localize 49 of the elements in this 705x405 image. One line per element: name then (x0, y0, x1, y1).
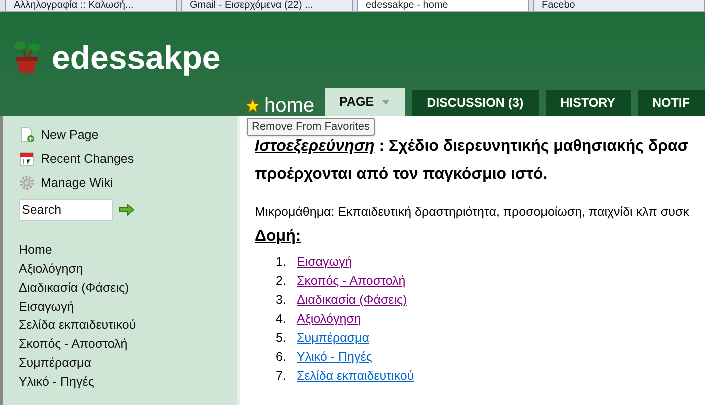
tab[interactable]: HISTORY (546, 90, 630, 116)
browser-tab[interactable]: Αλληλογραφία :: Καλωσή... (5, 0, 177, 11)
sidebar-link[interactable]: Recent Changes (41, 150, 134, 168)
list-number: 2. (276, 272, 288, 290)
page-heading: προέρχονται από τον παγκόσμιο ιστό. (255, 165, 549, 185)
sidebar-nav-link[interactable]: Συμπέρασμα (19, 354, 92, 373)
list-number: 4. (276, 310, 288, 328)
browser-tab[interactable]: Gmail - Εισερχόμενα (22) ... (181, 0, 353, 11)
browser-tab[interactable]: edessakpe - home (357, 0, 529, 11)
sidebar-nav-link[interactable]: Σκοπός - Αποστολή (19, 335, 128, 354)
list-link[interactable]: Αξιολόγηση (297, 310, 362, 329)
caret-icon[interactable] (382, 100, 390, 104)
sidebar-link[interactable]: New Page (41, 126, 99, 145)
sidebar-nav-link[interactable]: Διαδικασία (Φάσεις) (19, 278, 130, 298)
search-field[interactable]: Search (19, 199, 113, 222)
tab[interactable]: PAGE (324, 88, 406, 116)
site-title[interactable]: edessakpe (52, 40, 221, 74)
section-heading: Δομή: (255, 226, 302, 247)
list-link[interactable]: Συμπέρασμα (297, 328, 370, 348)
calendar-icon (19, 151, 35, 168)
list-link[interactable]: Εισαγωγή (297, 252, 352, 272)
star-icon[interactable] (244, 98, 261, 114)
sidebar-nav-link[interactable]: Εισαγωγή (19, 298, 74, 316)
list-link[interactable]: Σκοπός - Αποστολή (297, 272, 406, 291)
sidebar-nav-link[interactable]: Υλικό - Πηγές (19, 372, 94, 392)
tooltip: Remove From Favorites (247, 118, 375, 136)
sidebar-link[interactable]: Manage Wiki (41, 174, 114, 192)
sidebar-nav-link[interactable]: Home (19, 241, 52, 260)
list-link[interactable]: Υλικό - Πηγές (297, 348, 372, 367)
heading-link[interactable]: Ιστοεξερεύνηση (255, 138, 375, 155)
new-page-icon (19, 127, 35, 144)
heading-text: : Σχέδιο διερευνητικής μαθησιακής δρασ (378, 138, 689, 155)
tab[interactable]: DISCUSSION (3) (412, 90, 539, 116)
list-number: 6. (276, 348, 288, 366)
sidebar-nav-link[interactable]: Αξιολόγηση (19, 260, 84, 279)
potted-plant-icon (14, 40, 40, 74)
tab[interactable]: NOTIF (638, 90, 705, 116)
sidebar-nav-link[interactable]: Σελίδα εκπαιδευτικού (19, 316, 136, 336)
list-number: 1. (276, 254, 288, 271)
browser-tab[interactable]: Facebo (533, 0, 705, 11)
list-link[interactable]: Σελίδα εκπαιδευτικού (297, 366, 414, 386)
list-link[interactable]: Διαδικασία (Φάσεις) (297, 290, 408, 310)
list-number: 3. (276, 292, 288, 309)
list-number: 5. (276, 330, 288, 347)
paragraph: Μικρομάθημα: Εκπαιδευτική δραστηριότητα, προσομοίωση, παιχνίδι κλπ συσκ (255, 204, 690, 221)
arrow-right-icon[interactable] (119, 204, 135, 216)
gear-icon (19, 174, 35, 191)
list-number: 7. (276, 368, 288, 385)
page-title: home (264, 96, 315, 116)
